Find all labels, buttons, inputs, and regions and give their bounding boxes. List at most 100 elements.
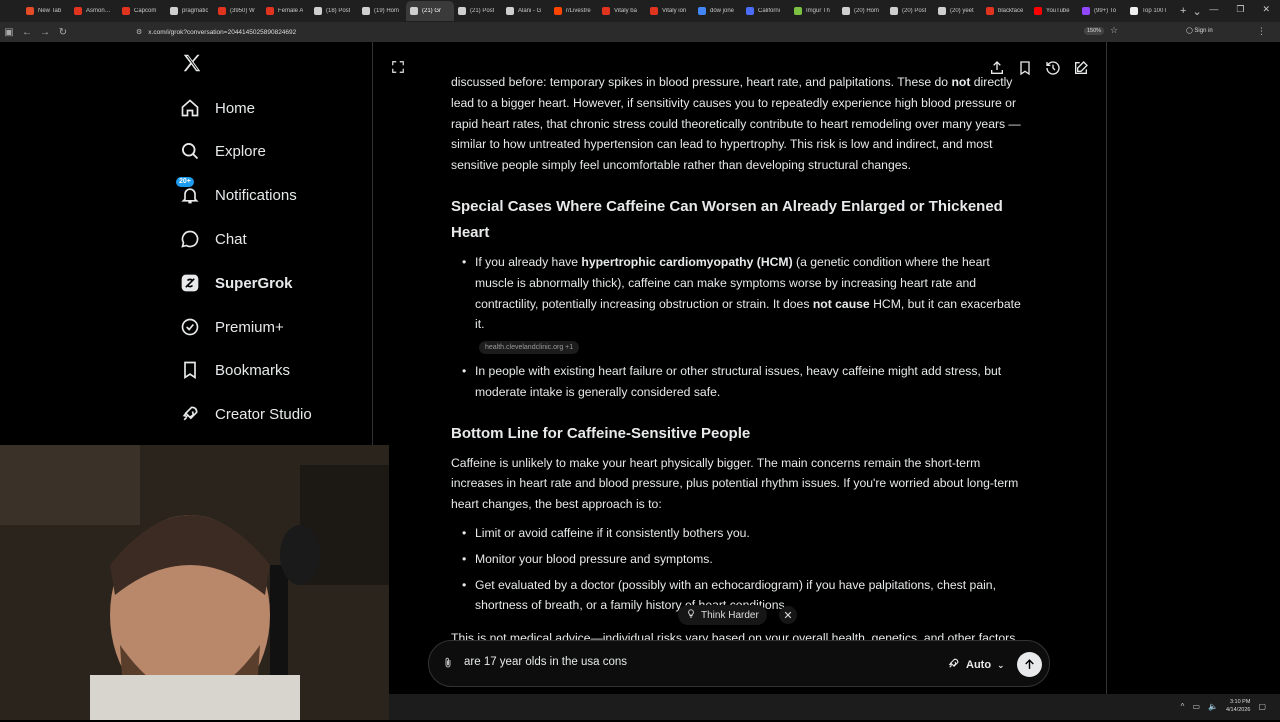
special-cases-list: If you already have hypertrophic cardiom… bbox=[451, 252, 1031, 403]
os-taskbar: ^ ▭ 🔈 3:10 PM 4/14/2026 ▢ bbox=[389, 694, 1280, 720]
browser-tab[interactable]: (20) Post bbox=[886, 1, 934, 21]
browser-tab[interactable]: (18) Post bbox=[310, 1, 358, 21]
tab-search-icon[interactable]: ⌄ bbox=[1192, 5, 1201, 18]
browser-tab[interactable]: (21) Post bbox=[454, 1, 502, 21]
conversation-actions bbox=[989, 60, 1089, 81]
favicon-icon bbox=[122, 7, 130, 15]
chat-icon bbox=[180, 229, 200, 249]
browser-tab[interactable]: dow jone bbox=[694, 1, 742, 21]
sidebar-item-notifications[interactable]: 20+ Notifications bbox=[176, 177, 297, 210]
x-logo-icon[interactable] bbox=[181, 52, 203, 81]
favicon-icon bbox=[986, 7, 994, 15]
tray-chevron-icon[interactable]: ^ bbox=[1181, 702, 1185, 711]
bookmark-icon[interactable] bbox=[1017, 60, 1033, 81]
chat-input[interactable]: are 17 year olds in the usa cons bbox=[464, 656, 914, 668]
browser-tab[interactable]: Capcom bbox=[118, 1, 166, 21]
browser-tab-label: (18) Post bbox=[326, 8, 351, 14]
favicon-icon bbox=[506, 7, 514, 15]
browser-tab[interactable]: (99+) To bbox=[1078, 1, 1126, 21]
sidebar-item-label: Explore bbox=[215, 142, 266, 160]
sidebar-item-label: Notifications bbox=[215, 186, 297, 204]
list-item: In people with existing heart failure or… bbox=[462, 361, 1031, 403]
extensions-icon[interactable]: ⋮ bbox=[1257, 26, 1266, 37]
browser-tab[interactable]: (3950) W bbox=[214, 1, 262, 21]
zoom-level-badge[interactable]: 150% bbox=[1084, 27, 1105, 35]
notification-icon[interactable]: ▢ bbox=[1258, 702, 1266, 711]
volume-icon[interactable]: 🔈 bbox=[1208, 702, 1218, 711]
send-button[interactable] bbox=[1017, 652, 1042, 677]
browser-tab[interactable]: Imgur Th bbox=[790, 1, 838, 21]
browser-tab[interactable]: Californi bbox=[742, 1, 790, 21]
browser-tab-label: (3950) W bbox=[230, 8, 255, 14]
browser-tab[interactable]: (20) Hom bbox=[838, 1, 886, 21]
browser-tab[interactable]: (19) Hom bbox=[358, 1, 406, 21]
browser-tab-label: (19) Hom bbox=[374, 8, 400, 14]
browser-tab[interactable]: pragmatic bbox=[166, 1, 214, 21]
extension-icons: ⋮ bbox=[1257, 26, 1266, 37]
browser-tab[interactable]: r/Livestre bbox=[550, 1, 598, 21]
browser-tab[interactable]: Female A bbox=[262, 1, 310, 21]
browser-tab[interactable]: Vitaly ba bbox=[598, 1, 646, 21]
system-tray: ^ ▭ 🔈 3:10 PM 4/14/2026 ▢ bbox=[1181, 698, 1266, 714]
think-harder-button[interactable]: Think Harder bbox=[678, 605, 767, 625]
share-icon[interactable] bbox=[989, 60, 1005, 81]
browser-tab[interactable]: Vitaly ion bbox=[646, 1, 694, 21]
browser-tab-label: Vitaly ba bbox=[614, 8, 637, 14]
history-icon[interactable] bbox=[1045, 60, 1061, 81]
home-icon bbox=[180, 98, 200, 118]
address-bar[interactable]: ⚙ x.com/i/grok?conversation=204414502589… bbox=[136, 25, 1136, 39]
sidebar-item-bookmarks[interactable]: Bookmarks bbox=[180, 355, 290, 385]
site-info-icon[interactable]: ⚙ bbox=[136, 28, 142, 36]
bell-icon: 20+ bbox=[176, 177, 200, 205]
new-tab-button[interactable]: + bbox=[1180, 5, 1186, 17]
expand-icon[interactable] bbox=[391, 60, 405, 79]
clock[interactable]: 3:10 PM 4/14/2026 bbox=[1226, 698, 1250, 714]
browser-tab-label: (99+) To bbox=[1094, 8, 1117, 14]
sidebar-item-premium[interactable]: Premium+ bbox=[180, 312, 284, 342]
browser-tab[interactable]: blackface bbox=[982, 1, 1030, 21]
browser-tab-label: (21) Post bbox=[470, 8, 495, 14]
maximize-icon[interactable]: ❐ bbox=[1236, 4, 1244, 15]
browser-tab[interactable]: YouTube bbox=[1030, 1, 1078, 21]
browser-tab[interactable]: Top 100 l bbox=[1126, 1, 1174, 21]
browser-tab-label: Californi bbox=[758, 8, 781, 14]
sidebar-item-home[interactable]: Home bbox=[180, 93, 255, 123]
attach-icon[interactable] bbox=[442, 656, 454, 675]
browser-tab[interactable]: Asmongold bbox=[70, 1, 118, 21]
citation-chip[interactable]: health.clevelandclinic.org +1 bbox=[479, 341, 580, 355]
sidebar-toggle-icon[interactable]: ▣ bbox=[0, 27, 18, 38]
sidebar-item-supergrok[interactable]: SuperGrok bbox=[180, 268, 293, 298]
favicon-icon bbox=[890, 7, 898, 15]
bookmark-star-icon[interactable]: ☆ bbox=[1110, 25, 1118, 36]
webcam-image bbox=[0, 445, 389, 720]
sidebar-item-creator-studio[interactable]: Creator Studio bbox=[180, 399, 312, 429]
chevron-down-icon: ⌄ bbox=[997, 659, 1005, 670]
back-icon[interactable]: ← bbox=[18, 27, 36, 38]
sidebar-item-explore[interactable]: Explore bbox=[180, 136, 266, 166]
browser-tab-label: Imgur Th bbox=[806, 8, 830, 14]
browser-tab[interactable]: (20) yeet bbox=[934, 1, 982, 21]
sidebar-item-label: Bookmarks bbox=[215, 361, 291, 379]
close-window-icon[interactable]: ✕ bbox=[1262, 4, 1270, 15]
dismiss-think-harder-icon[interactable]: ✕ bbox=[779, 606, 797, 624]
favicon-icon bbox=[650, 7, 658, 15]
favicon-icon bbox=[746, 7, 754, 15]
browser-tab-label: r/Livestre bbox=[566, 8, 591, 14]
grok-icon bbox=[180, 273, 200, 293]
new-chat-icon[interactable] bbox=[1073, 60, 1089, 81]
favicon-icon bbox=[1034, 7, 1042, 15]
browser-tab[interactable]: New Tab bbox=[22, 1, 70, 21]
forward-icon[interactable]: → bbox=[36, 27, 54, 38]
network-icon[interactable]: ▭ bbox=[1192, 702, 1200, 711]
favicon-icon bbox=[218, 7, 226, 15]
sidebar-item-chat[interactable]: Chat bbox=[180, 224, 247, 254]
browser-tab[interactable]: (21) Gr bbox=[406, 1, 454, 21]
model-mode-selector[interactable]: Auto ⌄ bbox=[947, 657, 1005, 673]
browser-tab[interactable]: Alani - G bbox=[502, 1, 550, 21]
reload-icon[interactable]: ↻ bbox=[54, 27, 72, 38]
minimize-icon[interactable]: — bbox=[1209, 4, 1218, 15]
search-icon bbox=[180, 141, 200, 161]
sidebar-item-label: Home bbox=[215, 99, 256, 117]
browser-tab-label: Vitaly ion bbox=[662, 8, 687, 14]
sign-in-button[interactable]: ◯ Sign in bbox=[1186, 27, 1213, 34]
